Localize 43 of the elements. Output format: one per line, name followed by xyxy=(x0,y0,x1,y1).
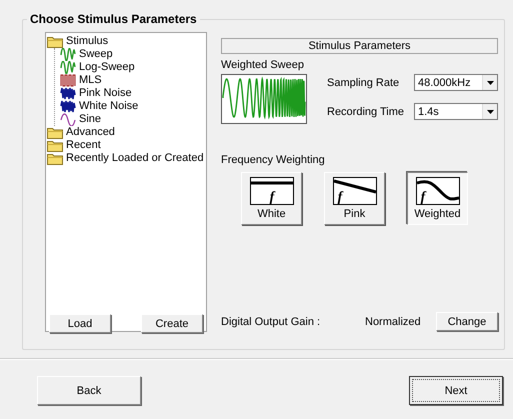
dropdown-arrow-icon xyxy=(486,80,494,84)
field-label: Recording Time xyxy=(327,106,404,118)
dropdown[interactable]: 1.4s xyxy=(414,103,498,120)
section-label: Frequency Weighting xyxy=(221,154,326,166)
weighting-button[interactable]: f Pink xyxy=(324,172,385,225)
tree-item[interactable]: MLS xyxy=(60,74,102,87)
tree-item[interactable]: Recently Loaded or Created xyxy=(47,152,204,165)
dropdown-arrow-icon xyxy=(486,110,494,114)
sine-wave-icon xyxy=(60,113,76,126)
folder-icon xyxy=(47,139,63,152)
tree-item[interactable]: White Noise xyxy=(60,100,138,113)
next-button[interactable]: Next xyxy=(409,376,503,405)
weighting-button[interactable]: f Weighted xyxy=(407,172,468,225)
folder-icon xyxy=(47,152,63,165)
weighting-curve-icon: f xyxy=(416,177,460,205)
tree-item[interactable]: Recent xyxy=(47,139,101,152)
weighting-button[interactable]: f White xyxy=(241,172,302,225)
tree-button[interactable]: Create xyxy=(141,314,203,333)
folder-icon xyxy=(47,35,63,48)
square-wave-icon xyxy=(60,74,76,87)
gain-value: Normalized xyxy=(365,316,422,328)
weighting-curve-icon: f xyxy=(250,177,294,205)
tree-item[interactable]: Sine xyxy=(60,113,102,126)
tree-item[interactable]: Sweep xyxy=(60,48,113,61)
tree-item[interactable]: Log-Sweep xyxy=(60,61,135,74)
dropdown[interactable]: 48.000kHz xyxy=(414,74,498,91)
sweep-wave-icon xyxy=(60,48,76,61)
tree-item[interactable]: Stimulus xyxy=(47,35,108,48)
change-button[interactable]: Change xyxy=(436,312,498,331)
back-button[interactable]: Back xyxy=(37,376,141,405)
weighting-curve-icon: f xyxy=(332,177,376,205)
sweep-wave-icon xyxy=(60,61,76,74)
tree-button[interactable]: Load xyxy=(49,314,111,333)
folder-icon xyxy=(47,126,63,139)
tree-item[interactable]: Pink Noise xyxy=(60,87,132,100)
noise-icon xyxy=(60,100,76,113)
tree-item[interactable]: Advanced xyxy=(47,126,115,139)
gain-label: Digital Output Gain : xyxy=(221,316,322,328)
field-label: Sampling Rate xyxy=(327,76,400,88)
stimulus-name: Weighted Sweep xyxy=(221,59,305,71)
noise-icon xyxy=(60,87,76,100)
section-header: Stimulus Parameters xyxy=(221,38,498,54)
group-title: Choose Stimulus Parameters xyxy=(29,12,198,26)
